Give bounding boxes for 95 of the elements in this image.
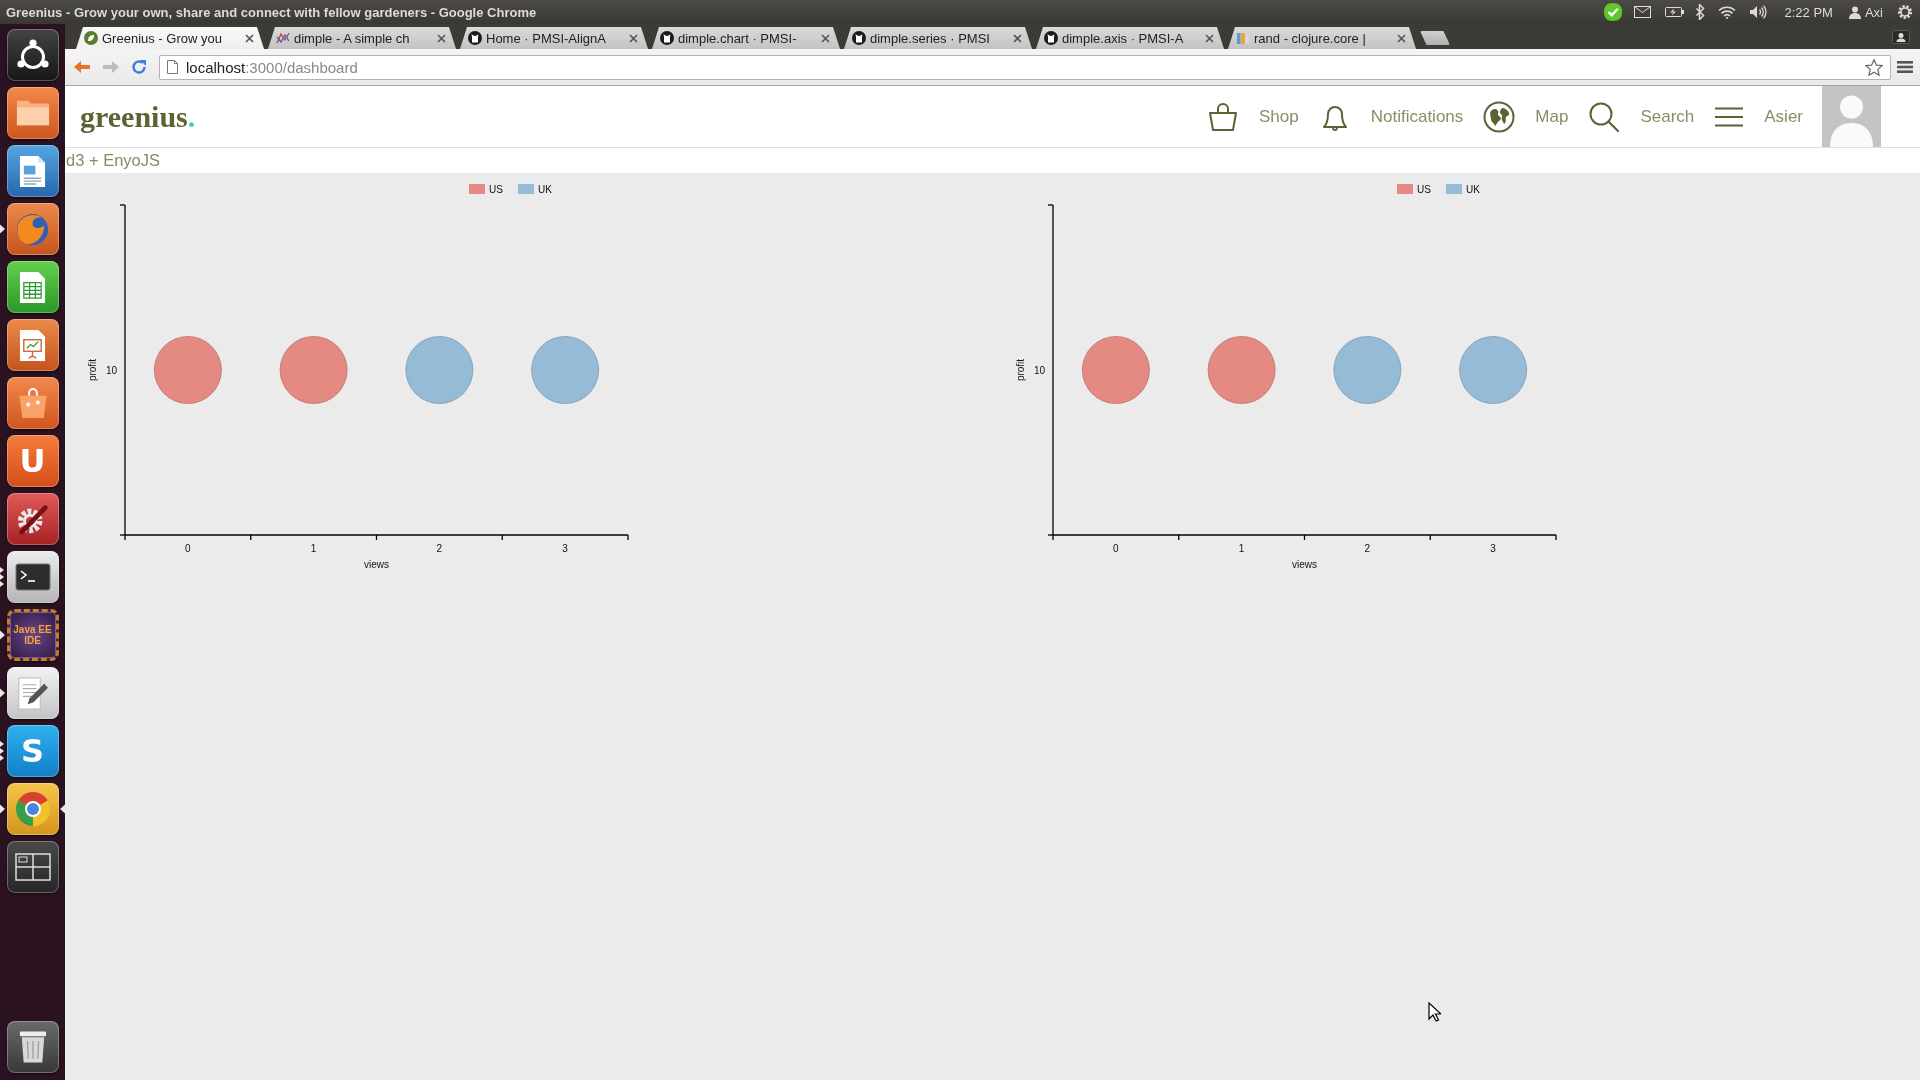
axis-tick-label: 3 (1489, 543, 1496, 554)
launcher-item[interactable] (6, 87, 59, 139)
tab[interactable]: dimple.series · PMSI (844, 27, 1032, 49)
globe-icon (16, 212, 49, 246)
launcher-item[interactable] (6, 1021, 59, 1073)
launcher-item[interactable] (6, 261, 59, 313)
menu-icon[interactable] (1897, 60, 1913, 74)
launcher-item[interactable] (6, 377, 59, 429)
reload-icon[interactable] (131, 59, 147, 75)
page-icon (167, 60, 178, 74)
document-icon (19, 154, 46, 188)
folder-icon (15, 99, 50, 127)
terminal-icon (14, 563, 51, 591)
legend-label: US (489, 184, 503, 195)
launcher-item[interactable] (6, 319, 59, 371)
legend-label: UK (1465, 184, 1480, 195)
envelope-icon[interactable] (1633, 6, 1651, 18)
nav-link[interactable]: Shop (1207, 100, 1299, 133)
axis-tick-label: 1 (1238, 543, 1244, 554)
close-icon[interactable] (245, 33, 254, 43)
basket-icon (1207, 100, 1239, 133)
volume-icon[interactable] (1748, 5, 1767, 19)
tab[interactable]: rand - clojure.core | (1228, 27, 1416, 49)
wifi-icon[interactable] (1717, 5, 1736, 19)
cat-icon (852, 31, 866, 45)
close-icon[interactable] (437, 33, 446, 43)
pencil-page-icon (16, 676, 49, 710)
clock[interactable]: 2:22 PM (1784, 4, 1833, 20)
legend-label: US (1416, 184, 1431, 195)
window-title: Greenius - Grow your own, share and connect with fellow gardeners - Google Chrome (6, 4, 537, 20)
tab[interactable]: dimple.axis · PMSI-A (1036, 27, 1224, 49)
axis-tick-label: 2 (436, 543, 443, 554)
nav-link[interactable]: Asier (1714, 106, 1803, 127)
window-grid-icon (14, 853, 51, 881)
close-icon[interactable] (629, 33, 638, 43)
left-arrow-icon[interactable] (73, 60, 91, 74)
cat-icon (468, 31, 482, 45)
logo[interactable]: greenius. (80, 99, 196, 134)
nav-link[interactable]: Map (1483, 100, 1569, 133)
launcher-item[interactable] (6, 145, 59, 197)
close-icon[interactable] (1397, 33, 1406, 43)
launcher-item[interactable] (6, 493, 59, 545)
axis-tick-label: 3 (562, 543, 568, 554)
launcher-item[interactable] (6, 783, 59, 835)
tab[interactable]: dimple.chart · PMSI- (652, 27, 840, 49)
close-icon[interactable] (821, 33, 830, 43)
axis-title: views (364, 559, 389, 570)
launcher-item[interactable] (6, 551, 59, 603)
mouse-pointer-icon (1428, 1002, 1441, 1022)
user-name[interactable]: Axi (1864, 4, 1883, 20)
globe-icon (1483, 100, 1516, 133)
axis-tick-label: 10 (105, 364, 117, 376)
close-icon[interactable] (1013, 33, 1022, 43)
axis-tick-label: 0 (185, 543, 191, 554)
bluetooth-icon[interactable] (1694, 4, 1705, 20)
trash-icon (18, 1030, 47, 1064)
axis-title: profit (1014, 358, 1026, 382)
tab[interactable]: dimple - A simple ch (268, 27, 456, 49)
leaf-icon (84, 31, 98, 45)
cat-icon (660, 31, 674, 45)
axis-title: views (1291, 559, 1317, 570)
launcher-item[interactable] (6, 667, 59, 719)
axis-tick-label: 1 (310, 543, 317, 554)
page-subtitle: d3 + EnyoJS (66, 151, 161, 170)
person-icon[interactable] (1892, 29, 1910, 44)
ring-icon (16, 39, 49, 71)
bars-icon (1236, 31, 1250, 45)
star-icon[interactable] (1865, 58, 1883, 76)
axis-tick-label: 0 (1112, 543, 1119, 554)
legend-label: UK (538, 184, 552, 195)
cat-icon (1044, 31, 1058, 45)
nav-link[interactable]: Notifications (1318, 100, 1464, 133)
tab[interactable]: Home · PMSI-AlignA (460, 27, 648, 49)
tab[interactable]: Greenius - Grow you (76, 27, 264, 49)
spreadsheet-icon (19, 270, 46, 304)
search-icon (1588, 100, 1621, 133)
battery-icon[interactable] (1664, 7, 1684, 17)
launcher-item[interactable] (6, 841, 59, 893)
launcher-item[interactable]: Java EE IDE (6, 609, 59, 661)
user-icon[interactable] (1848, 5, 1861, 19)
launcher-item[interactable] (6, 29, 59, 81)
axis-title: profit (87, 358, 98, 382)
menu-icon (1714, 106, 1745, 127)
close-icon[interactable] (1205, 33, 1214, 43)
gear-wrench-icon (15, 502, 50, 536)
launcher-item[interactable] (6, 203, 59, 255)
address-field[interactable]: localhost:3000/dashboard (159, 54, 1891, 80)
chart-lines-icon (276, 31, 290, 45)
segmented-circle-icon (15, 792, 50, 826)
axis-tick-label: 10 (1033, 364, 1045, 376)
new-tab-button[interactable] (1420, 31, 1450, 45)
check-icon[interactable] (1602, 2, 1623, 22)
axis-tick-label: 2 (1364, 543, 1370, 554)
gear-icon[interactable] (1897, 4, 1913, 20)
presentation-icon (19, 328, 46, 362)
